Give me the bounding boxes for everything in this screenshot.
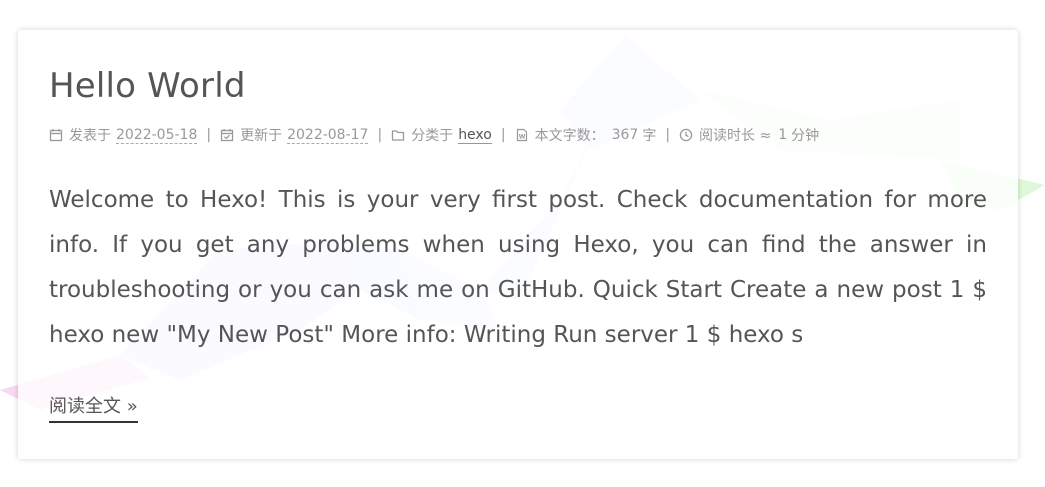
readtime-label: 阅读时长 ≈ (699, 128, 772, 144)
calendar-check-icon (220, 128, 234, 142)
readtime-unit: 分钟 (791, 128, 820, 144)
meta-separator: | (377, 127, 383, 143)
svg-text:W: W (518, 134, 525, 141)
folder-icon (391, 128, 405, 142)
post-card: Hello World 发表于 2022-05-18 | 更新于 2022-08… (18, 30, 1018, 459)
file-word-icon: W (515, 128, 529, 142)
read-more-link[interactable]: 阅读全文 » (49, 392, 138, 423)
page: Hello World 发表于 2022-05-18 | 更新于 2022-08… (0, 0, 1045, 487)
post-meta: 发表于 2022-05-18 | 更新于 2022-08-17 | 分类于 he… (49, 125, 819, 145)
published-date[interactable]: 2022-05-18 (116, 127, 198, 144)
meta-separator: | (665, 127, 671, 143)
wordcount-unit: 字 (642, 128, 657, 144)
wordcount-label: 本文字数： (534, 128, 605, 144)
category-label: 分类于 (411, 128, 454, 144)
readtime-value: 1 (778, 127, 788, 143)
calendar-icon (49, 128, 63, 142)
updated-date[interactable]: 2022-08-17 (287, 127, 369, 144)
published-label: 发表于 (69, 128, 111, 144)
wordcount-value: 367 (611, 127, 639, 143)
category-link[interactable]: hexo (458, 127, 492, 144)
post-title[interactable]: Hello World (49, 66, 246, 106)
post-excerpt: Welcome to Hexo! This is your very first… (49, 187, 987, 348)
meta-separator: | (206, 127, 212, 143)
updated-label: 更新于 (240, 128, 283, 144)
clock-icon (679, 128, 693, 142)
meta-separator: | (500, 127, 506, 143)
